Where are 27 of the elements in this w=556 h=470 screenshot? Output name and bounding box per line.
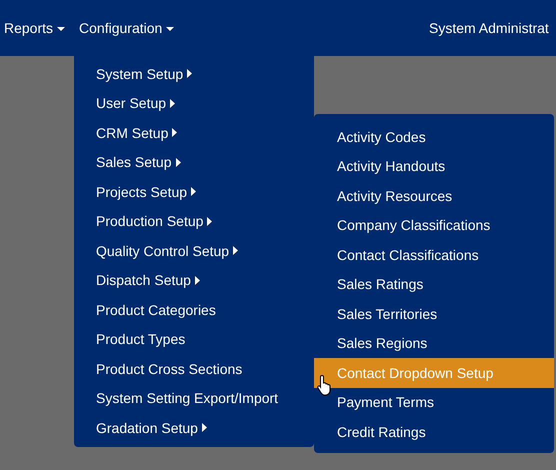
menu-item[interactable]: Product Cross Sections (74, 354, 314, 384)
submenu-item[interactable]: Credit Ratings (314, 417, 554, 446)
submenu-item[interactable]: Payment Terms (314, 388, 554, 417)
menu-item[interactable]: Gradation Setup (74, 413, 314, 442)
menu-item[interactable]: Dispatch Setup (74, 266, 314, 295)
submenu-item[interactable]: Activity Resources (314, 181, 554, 210)
menu-item[interactable]: System Setting Export/Import (74, 384, 314, 413)
submenu-item[interactable]: Sales Ratings (314, 270, 554, 299)
user-name[interactable]: System Administrat (429, 20, 549, 36)
nav-menu-item[interactable]: Configuration (79, 20, 174, 36)
menu-item[interactable]: Production Setup (74, 206, 314, 236)
menu-item[interactable]: CRM Setup (74, 118, 314, 148)
submenu-item[interactable]: Activity Handouts (314, 152, 554, 181)
submenu-item[interactable]: Company Classifications (314, 210, 554, 240)
submenu-item[interactable]: Activity Codes (314, 122, 554, 152)
menu-item[interactable]: User Setup (74, 88, 314, 118)
submenu-item[interactable]: Sales Regions (314, 328, 554, 358)
menu-item[interactable]: Product Categories (74, 295, 314, 324)
submenu-item[interactable]: Contact Classifications (314, 240, 554, 270)
pointer-cursor-icon (317, 374, 333, 396)
submenu-item[interactable]: Sales Territories (314, 299, 554, 328)
menu-item[interactable]: Projects Setup (74, 177, 314, 206)
menu-item[interactable]: Product Types (74, 324, 314, 354)
nav-menu-item[interactable]: Reports (4, 20, 66, 36)
menu-item[interactable]: Quality Control Setup (74, 236, 314, 266)
menu-item[interactable]: System Setup (74, 59, 314, 88)
menu-item[interactable]: Sales Setup (74, 148, 314, 177)
